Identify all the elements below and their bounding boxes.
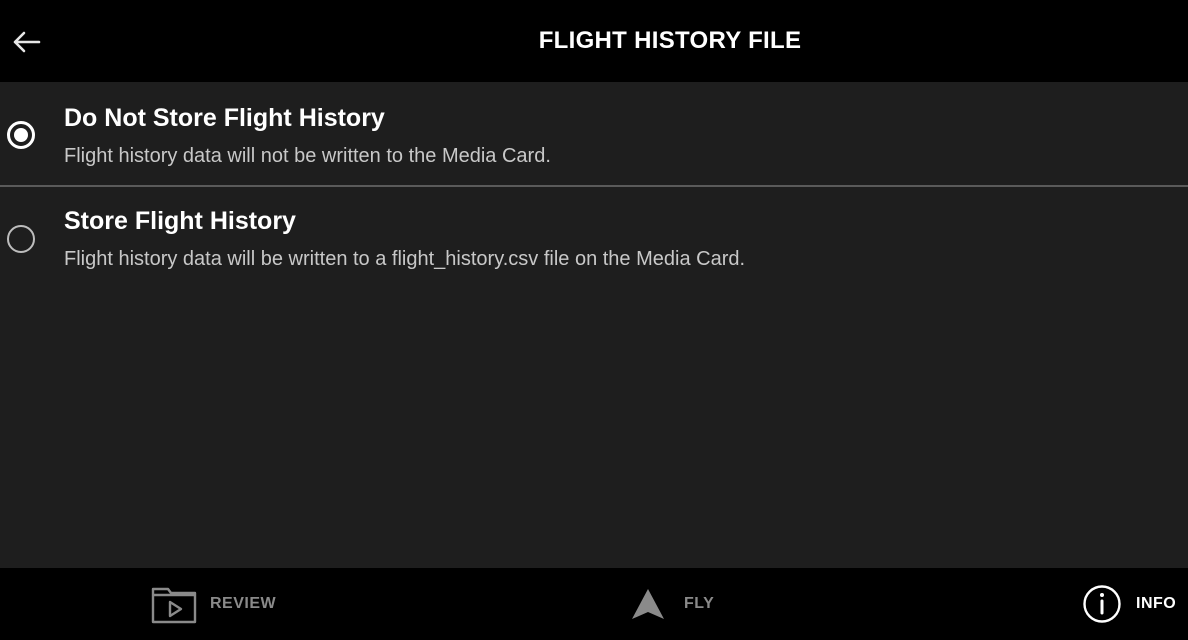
- option-title: Do Not Store Flight History: [64, 104, 385, 132]
- header-bar: FLIGHT HISTORY FILE: [0, 0, 1188, 82]
- play-folder-icon: [150, 584, 198, 624]
- bottom-navigation: REVIEW FLY INFO: [0, 568, 1188, 640]
- info-icon: [1082, 584, 1122, 624]
- back-button[interactable]: [8, 24, 44, 60]
- nav-review[interactable]: REVIEW: [150, 568, 276, 640]
- option-store[interactable]: Store Flight History Flight history data…: [0, 187, 1188, 291]
- navigation-arrow-icon: [630, 587, 666, 621]
- radio-button[interactable]: [7, 225, 35, 253]
- radio-button-selected[interactable]: [7, 121, 35, 149]
- option-description: Flight history data will not be written …: [64, 145, 551, 167]
- option-title: Store Flight History: [64, 207, 296, 235]
- nav-label-info: INFO: [1136, 595, 1177, 612]
- arrow-left-icon: [13, 31, 41, 53]
- option-do-not-store[interactable]: Do Not Store Flight History Flight histo…: [0, 82, 1188, 185]
- nav-info[interactable]: INFO: [1082, 568, 1176, 640]
- option-description: Flight history data will be written to a…: [64, 248, 746, 270]
- nav-label-review: REVIEW: [210, 595, 277, 612]
- nav-fly[interactable]: FLY: [630, 568, 714, 640]
- page-title: FLIGHT HISTORY FILE: [538, 27, 802, 54]
- nav-label-fly: FLY: [684, 595, 715, 612]
- options-panel: Do Not Store Flight History Flight histo…: [0, 82, 1188, 568]
